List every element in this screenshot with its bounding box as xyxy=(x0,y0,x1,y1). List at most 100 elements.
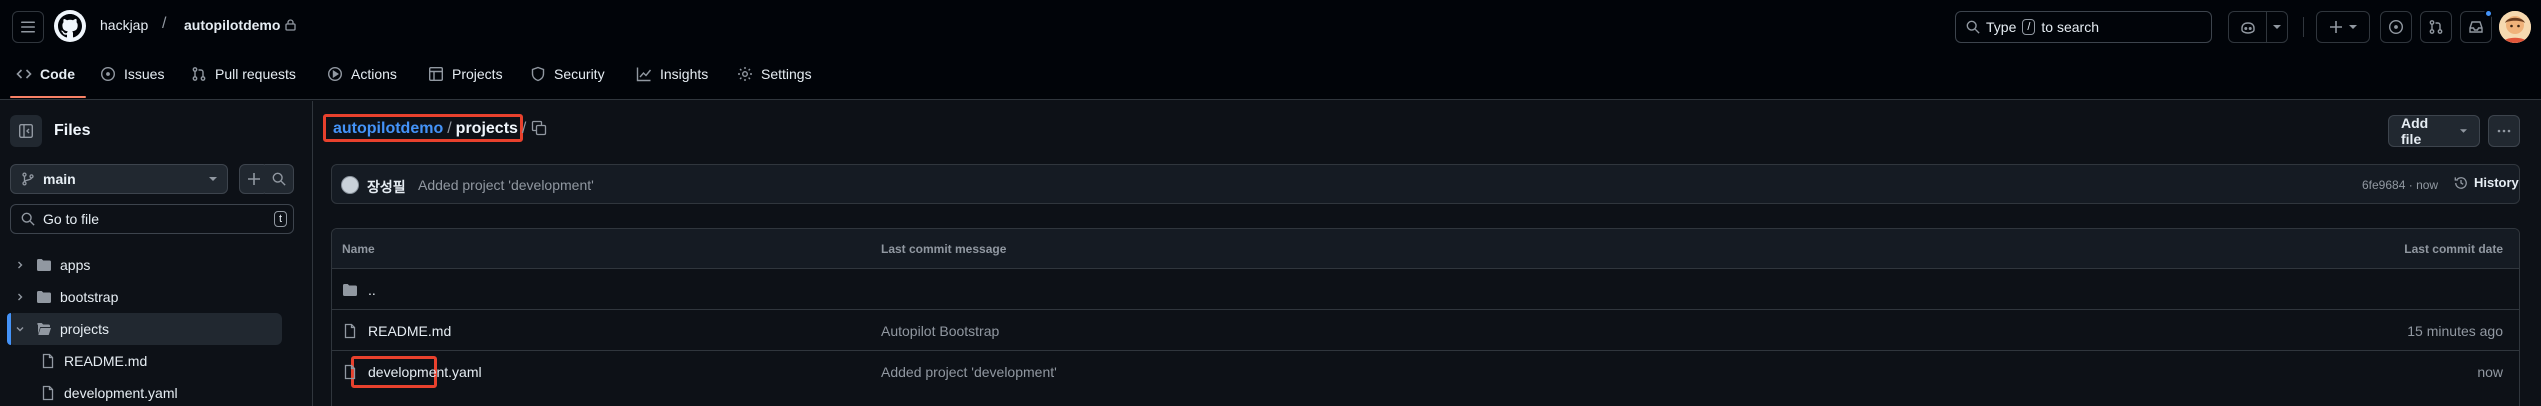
tab-code[interactable]: Code xyxy=(16,58,75,90)
folder-open-icon xyxy=(37,323,51,335)
breadcrumb-separator: / xyxy=(447,120,452,137)
your-issues-button[interactable] xyxy=(2380,11,2412,43)
chevron-down-icon xyxy=(2459,129,2467,133)
search-prefix: Type xyxy=(1986,19,2017,35)
file-name-link[interactable]: development.yaml xyxy=(368,364,482,380)
file-icon xyxy=(344,364,356,380)
search-input[interactable]: Type / to search xyxy=(1955,11,2212,43)
add-file-button[interactable]: Add file xyxy=(2388,115,2480,147)
folder-icon xyxy=(37,259,51,271)
file-name-link[interactable]: README.md xyxy=(368,323,451,339)
tree-item-bootstrap[interactable]: bootstrap xyxy=(12,281,297,313)
sidebar-collapse-icon xyxy=(19,124,34,139)
tab-settings-label: Settings xyxy=(761,66,812,82)
table-row[interactable]: README.md Autopilot Bootstrap 15 minutes… xyxy=(332,311,2519,351)
tab-settings[interactable]: Settings xyxy=(737,58,812,90)
code-icon xyxy=(16,69,32,79)
tab-projects-label: Projects xyxy=(452,66,503,82)
row-commit-message[interactable]: Added project 'development' xyxy=(881,364,1057,380)
row-commit-date: now xyxy=(2477,364,2503,380)
tree-item-readme[interactable]: README.md xyxy=(40,345,325,377)
file-icon xyxy=(42,353,54,369)
breadcrumb: autopilotdemo / projects / xyxy=(333,120,530,138)
kebab-horizontal-icon xyxy=(2497,129,2511,133)
column-header-message: Last commit message xyxy=(881,242,1007,256)
play-icon xyxy=(327,66,343,82)
header-divider xyxy=(2303,17,2304,37)
commit-author[interactable]: 장성필 xyxy=(367,177,406,197)
chevron-down-icon xyxy=(209,177,217,181)
issue-icon xyxy=(2388,19,2404,35)
create-new-button[interactable] xyxy=(2316,11,2370,43)
your-pull-requests-button[interactable] xyxy=(2420,11,2452,43)
breadcrumb-separator: / xyxy=(162,15,167,32)
history-label: History xyxy=(2474,175,2519,190)
folder-icon xyxy=(343,284,357,296)
search-icon xyxy=(272,172,286,186)
add-file-label: Add file xyxy=(2401,115,2429,147)
tab-pull-requests[interactable]: Pull requests xyxy=(191,58,296,90)
tab-security[interactable]: Security xyxy=(530,58,605,90)
commit-message[interactable]: Added project 'development' xyxy=(418,177,594,193)
copilot-icon xyxy=(2240,22,2255,34)
parent-directory-link[interactable]: .. xyxy=(368,282,376,298)
issue-icon xyxy=(100,66,116,82)
branch-icon xyxy=(22,172,34,186)
active-indicator xyxy=(7,313,11,345)
table-row[interactable]: .. xyxy=(332,270,2519,310)
graph-icon xyxy=(636,67,652,82)
file-table: Name Last commit message Last commit dat… xyxy=(331,228,2520,406)
tab-actions[interactable]: Actions xyxy=(327,58,397,90)
files-title: Files xyxy=(54,122,91,139)
tab-issues[interactable]: Issues xyxy=(100,58,164,90)
breadcrumb-repo-link[interactable]: autopilotdemo xyxy=(333,120,443,137)
tab-insights[interactable]: Insights xyxy=(636,58,708,90)
copy-path-icon[interactable] xyxy=(531,120,547,136)
commit-author-avatar[interactable] xyxy=(341,176,359,194)
column-header-name: Name xyxy=(342,242,375,256)
tab-projects[interactable]: Projects xyxy=(428,58,503,90)
copilot-button-group[interactable] xyxy=(2228,11,2288,43)
repo-nav: Code Issues Pull requests Actions Projec… xyxy=(0,58,2541,100)
branch-selector[interactable]: main xyxy=(10,164,228,194)
tab-insights-label: Insights xyxy=(660,66,709,82)
selected-tab-underline xyxy=(10,96,86,98)
branch-name: main xyxy=(43,171,76,187)
gear-icon xyxy=(738,67,752,81)
tree-item-projects[interactable]: projects xyxy=(7,313,282,345)
search-icon xyxy=(1966,20,1980,34)
global-header: hackjap / autopilotdemo Type / to search xyxy=(0,0,2541,100)
chevron-right-icon xyxy=(18,261,23,269)
github-logo-icon[interactable] xyxy=(54,10,86,42)
repo-link[interactable]: autopilotdemo xyxy=(184,17,280,33)
collapse-sidebar-button[interactable] xyxy=(10,115,42,147)
tab-security-label: Security xyxy=(554,66,605,82)
copilot-menu-caret[interactable] xyxy=(2267,23,2287,31)
chevron-down-icon xyxy=(2349,25,2357,29)
go-to-file-placeholder: Go to file xyxy=(43,211,100,227)
tab-actions-label: Actions xyxy=(351,66,397,82)
tree-item-label: bootstrap xyxy=(60,289,119,305)
user-avatar[interactable] xyxy=(2499,11,2531,43)
go-to-file-input[interactable]: Go to file t xyxy=(10,204,294,234)
search-files-button[interactable] xyxy=(265,164,294,194)
more-options-button[interactable] xyxy=(2488,115,2520,147)
tree-item-label: apps xyxy=(60,257,91,273)
notification-indicator xyxy=(2484,9,2493,18)
go-to-file-shortcut-key: t xyxy=(273,211,287,227)
tab-pull-requests-label: Pull requests xyxy=(215,66,296,82)
pull-request-icon xyxy=(192,67,206,81)
header-top-row: hackjap / autopilotdemo Type / to search xyxy=(0,0,2541,54)
search-icon xyxy=(21,212,35,226)
tree-item-apps[interactable]: apps xyxy=(12,249,297,281)
copilot-button[interactable] xyxy=(2229,12,2267,42)
main-content: autopilotdemo / projects / Add file 장성필 Add… xyxy=(314,101,2541,406)
tree-item-development-yaml[interactable]: development.yaml xyxy=(40,377,325,406)
menu-button[interactable] xyxy=(12,11,44,43)
history-button[interactable]: History xyxy=(2454,175,2519,190)
table-row[interactable]: development.yaml Added project 'developm… xyxy=(332,352,2519,392)
owner-link[interactable]: hackjap xyxy=(100,17,148,33)
tab-code-label: Code xyxy=(40,66,75,82)
commit-sha[interactable]: 6fe9684 xyxy=(2362,178,2405,192)
row-commit-message[interactable]: Autopilot Bootstrap xyxy=(881,323,999,339)
